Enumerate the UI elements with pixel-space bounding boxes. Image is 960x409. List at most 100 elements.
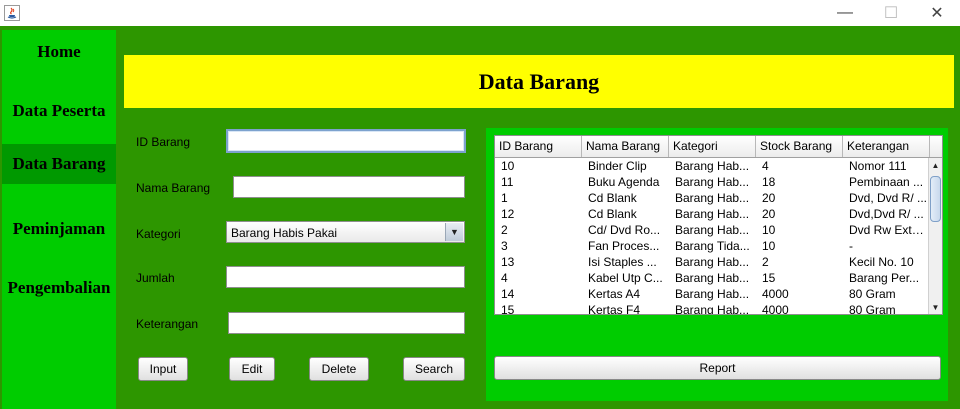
table-cell: Barang Hab... <box>675 303 750 314</box>
table-cell: Barang Hab... <box>675 287 750 301</box>
table-cell: Cd Blank <box>588 207 637 221</box>
table-cell: Pembinaan ... <box>849 175 924 189</box>
table-cell: 10 <box>501 159 515 173</box>
table-cell: 4000 <box>762 287 789 301</box>
table-cell: 80 Gram <box>849 287 896 301</box>
table-cell: Dvd Rw Exte... <box>849 223 928 237</box>
table-cell: Dvd, Dvd R/ ... <box>849 191 928 205</box>
table-cell: Fan Proces... <box>588 239 660 253</box>
table-cell: Barang Hab... <box>675 175 750 189</box>
page-title: Data Barang <box>124 55 954 108</box>
delete-button[interactable]: Delete <box>309 357 369 381</box>
chevron-down-icon[interactable]: ▼ <box>445 223 463 241</box>
search-button[interactable]: Search <box>403 357 465 381</box>
table-cell: Isi Staples ... <box>588 255 657 269</box>
sidebar-item-pengembalian[interactable]: Pengembalian <box>2 269 116 307</box>
sidebar-item-peminjaman[interactable]: Peminjaman <box>2 210 116 248</box>
maximize-button[interactable]: ☐ <box>868 0 914 26</box>
id-barang-label: ID Barang <box>136 135 191 149</box>
nama-barang-label: Nama Barang <box>136 181 211 195</box>
scroll-down-icon[interactable]: ▼ <box>929 300 942 314</box>
table-cell: Kertas F4 <box>588 303 641 314</box>
sidebar-item-data-barang[interactable]: Data Barang <box>2 144 116 184</box>
keterangan-input[interactable] <box>228 312 465 334</box>
table-row[interactable]: 2 Cd/ Dvd Ro... Barang Hab... 10 Dvd Rw Exte… <box>495 222 928 238</box>
table-cell: - <box>849 239 853 253</box>
table-cell: Barang Tida... <box>675 239 750 253</box>
java-app-icon <box>4 5 20 21</box>
sidebar-item-home[interactable]: Home <box>2 33 116 71</box>
edit-button[interactable]: Edit <box>229 357 275 381</box>
column-header-stock-barang[interactable]: Stock Barang <box>756 136 843 157</box>
barang-table: ID Barang Nama Barang Kategori Stock Bar… <box>494 135 943 315</box>
table-row[interactable]: 13 Isi Staples ... Barang Hab... 2 Kecil No.… <box>495 254 928 270</box>
kategori-label: Kategori <box>136 227 181 241</box>
kategori-dropdown[interactable]: Barang Habis Pakai ▼ <box>226 221 465 243</box>
table-row[interactable]: 4 Kabel Utp C... Barang Hab... 15 Barang Per… <box>495 270 928 286</box>
report-button[interactable]: Report <box>494 356 941 380</box>
column-header-keterangan[interactable]: Keterangan <box>843 136 930 157</box>
column-header-nama-barang[interactable]: Nama Barang <box>582 136 669 157</box>
table-cell: Barang Hab... <box>675 191 750 205</box>
keterangan-label: Keterangan <box>136 317 199 331</box>
sidebar-item-data-peserta[interactable]: Data Peserta <box>2 92 116 130</box>
table-cell: 13 <box>501 255 515 269</box>
table-header-corner <box>930 136 942 157</box>
table-cell: 10 <box>762 223 776 237</box>
window-titlebar: — ☐ ✕ <box>0 0 960 26</box>
table-row[interactable]: 11 Buku Agenda Barang Hab... 18 Pembinaan ..… <box>495 174 928 190</box>
table-cell: 18 <box>762 175 776 189</box>
table-header: ID Barang Nama Barang Kategori Stock Bar… <box>495 136 942 158</box>
table-cell: 2 <box>762 255 769 269</box>
table-cell: Nomor 111 <box>849 159 907 173</box>
table-scrollbar[interactable]: ▲ ▼ <box>928 158 942 314</box>
jumlah-input[interactable] <box>226 266 465 288</box>
table-cell: Barang Hab... <box>675 223 750 237</box>
table-cell: 20 <box>762 207 776 221</box>
table-cell: 4 <box>762 159 769 173</box>
table-cell: 14 <box>501 287 515 301</box>
table-cell: 2 <box>501 223 508 237</box>
table-row[interactable]: 14 Kertas A4 Barang Hab... 4000 80 Gram <box>495 286 928 302</box>
table-row[interactable]: 15 Kertas F4 Barang Hab... 4000 80 Gram <box>495 302 928 314</box>
close-button[interactable]: ✕ <box>914 0 960 26</box>
nama-barang-input[interactable] <box>233 176 465 198</box>
minimize-button[interactable]: — <box>822 0 868 26</box>
jumlah-label: Jumlah <box>136 271 175 285</box>
table-cell: Buku Agenda <box>588 175 660 189</box>
table-cell: Barang Per... <box>849 271 920 285</box>
table-cell: Cd Blank <box>588 191 637 205</box>
column-header-kategori[interactable]: Kategori <box>669 136 756 157</box>
table-cell: Barang Hab... <box>675 271 750 285</box>
table-cell: Cd/ Dvd Ro... <box>588 223 661 237</box>
table-cell: 10 <box>762 239 776 253</box>
table-cell: 15 <box>501 303 515 314</box>
table-cell: Dvd,Dvd R/ ... <box>849 207 924 221</box>
table-cell: Barang Hab... <box>675 159 750 173</box>
table-row[interactable]: 12 Cd Blank Barang Hab... 20 Dvd,Dvd R/ ... <box>495 206 928 222</box>
column-header-id-barang[interactable]: ID Barang <box>495 136 582 157</box>
table-body: 10 Binder Clip Barang Hab... 4 Nomor 111 11 Bu… <box>495 158 928 314</box>
table-cell: Kecil No. 10 <box>849 255 914 269</box>
table-cell: 3 <box>501 239 508 253</box>
id-barang-input[interactable] <box>226 129 466 153</box>
table-cell: Kertas A4 <box>588 287 641 301</box>
table-cell: 20 <box>762 191 776 205</box>
table-row[interactable]: 3 Fan Proces... Barang Tida... 10 - <box>495 238 928 254</box>
table-cell: 15 <box>762 271 776 285</box>
table-cell: Barang Hab... <box>675 255 750 269</box>
kategori-selected-value: Barang Habis Pakai <box>231 226 338 240</box>
table-cell: Kabel Utp C... <box>588 271 663 285</box>
table-row[interactable]: 1 Cd Blank Barang Hab... 20 Dvd, Dvd R/ ... <box>495 190 928 206</box>
table-cell: 1 <box>501 191 508 205</box>
input-button[interactable]: Input <box>138 357 188 381</box>
table-row[interactable]: 10 Binder Clip Barang Hab... 4 Nomor 111 <box>495 158 928 174</box>
scrollbar-thumb[interactable] <box>930 176 941 222</box>
table-cell: 4 <box>501 271 508 285</box>
scroll-up-icon[interactable]: ▲ <box>929 158 942 172</box>
sidebar: Home Data Peserta Data Barang Peminjaman… <box>2 30 116 409</box>
table-cell: 12 <box>501 207 515 221</box>
table-cell: 80 Gram <box>849 303 896 314</box>
table-cell: Binder Clip <box>588 159 647 173</box>
table-cell: Barang Hab... <box>675 207 750 221</box>
